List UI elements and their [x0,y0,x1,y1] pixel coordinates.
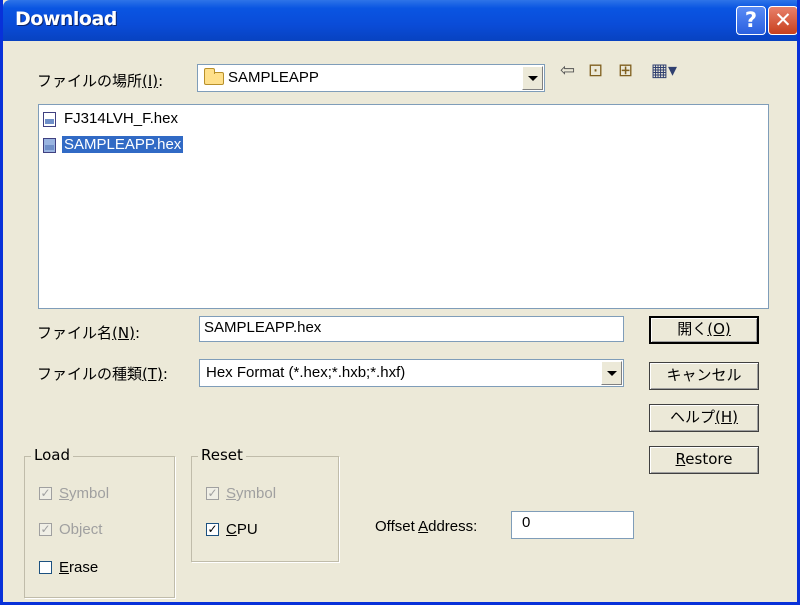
back-arrow-icon[interactable]: ⇦ [560,60,575,82]
location-combo[interactable]: SAMPLEAPP [197,64,545,92]
filetype-combo[interactable]: Hex Format (*.hex;*.hxb;*.hxf) [199,359,624,387]
view-menu-icon[interactable]: ▦▾ [651,60,677,82]
restore-button[interactable]: Restore [649,446,759,474]
folder-icon [204,68,224,85]
help-button[interactable]: ヘルプ(H) [649,404,759,432]
file-icon [43,138,56,153]
load-group: Load ✓ Symbol ✓ Object Erase [24,446,175,598]
title-bar[interactable]: Download ? ✕ [3,0,797,41]
offset-address-label: Offset Address: [375,518,478,535]
reset-symbol-label: Symbol [226,485,277,502]
location-folder: SAMPLEAPP [228,69,319,86]
new-folder-icon[interactable]: ⊞ [618,60,633,82]
reset-cpu-label: CPU [226,521,258,538]
checkbox-box: ✓ [206,522,219,536]
load-object-label: Object [59,521,103,538]
offset-address-input[interactable]: 0 [511,511,634,539]
close-button[interactable]: ✕ [768,6,797,35]
chevron-down-icon[interactable] [522,66,543,90]
help-title-button[interactable]: ? [736,6,766,35]
checkbox-box: ✓ [206,486,219,500]
reset-group: Reset ✓ Symbol ✓ CPU [191,446,339,562]
open-button[interactable]: 開く(O) [649,316,759,344]
file-list[interactable]: FJ314LVH_F.hex SAMPLEAPP.hex [38,104,769,309]
location-label: ファイルの場所(I): [37,72,164,90]
load-group-title: Load [31,446,73,464]
filename-input[interactable]: SAMPLEAPP.hex [199,316,624,342]
up-folder-icon[interactable]: ⊡ [588,60,603,82]
file-icon [43,112,56,127]
chevron-down-icon[interactable] [601,361,622,385]
checkbox-box: ✓ [39,486,52,500]
filetype-label: ファイルの種類(T): [37,365,168,383]
file-name: SAMPLEAPP.hex [62,136,184,153]
filetype-value: Hex Format (*.hex;*.hxb;*.hxf) [206,364,406,381]
window-title: Download [15,8,117,30]
load-erase-label: Erase [59,559,99,576]
file-name: FJ314LVH_F.hex [64,110,178,127]
filename-label: ファイル名(N): [37,324,141,342]
checkbox-box: ✓ [39,522,52,536]
checkbox-box [39,561,52,574]
reset-group-title: Reset [198,446,246,464]
download-dialog: Download ? ✕ ファイルの場所(I): SAMPLEAPP ⇦ ⊡ ⊞… [0,0,800,605]
load-symbol-label: Symbol [59,485,110,502]
cancel-button[interactable]: キャンセル [649,362,759,390]
